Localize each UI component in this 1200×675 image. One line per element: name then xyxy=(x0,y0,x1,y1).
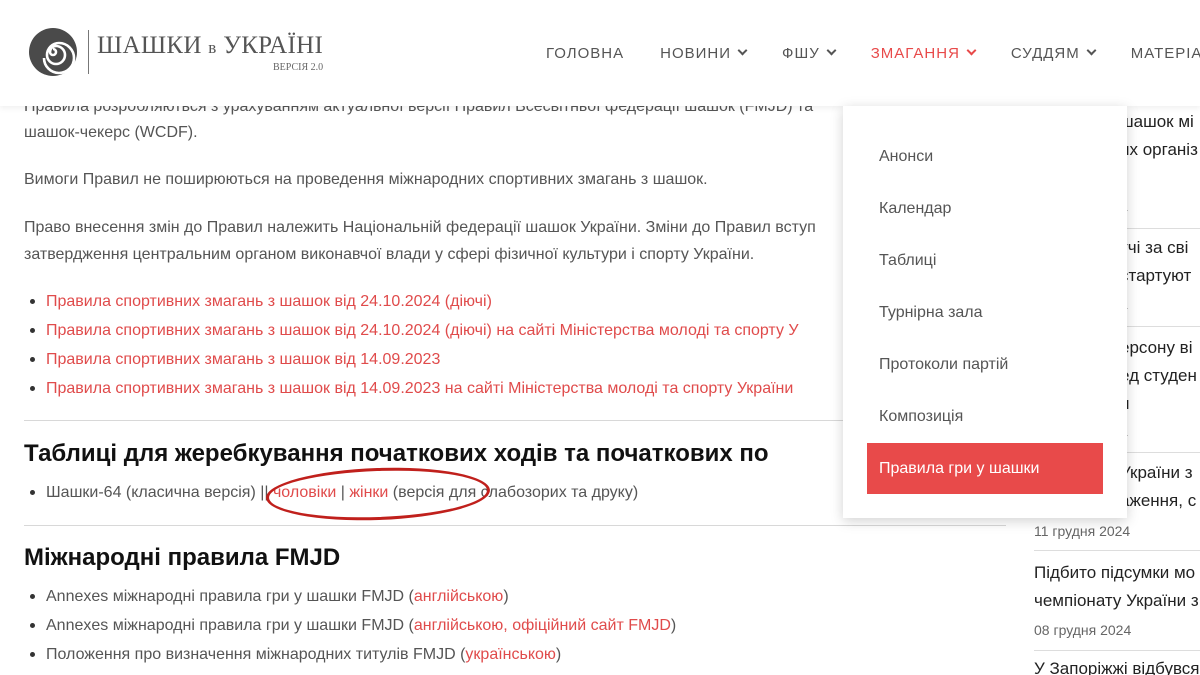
amend-line-2: затвердження центральним органом виконав… xyxy=(24,246,755,263)
site-header: ШАШКИ в УКРАЇНІ ВЕРСІЯ 2.0 ГОЛОВНА НОВИН… xyxy=(0,0,1200,106)
dropdown-item-composition[interactable]: Композиція xyxy=(879,408,963,426)
list-item: Annexes міжнародні правила гри у шашки F… xyxy=(29,611,676,640)
news-title[interactable]: стартуют xyxy=(1120,264,1191,288)
chevron-down-icon xyxy=(737,45,748,56)
rules-link[interactable]: Правила спортивних змагань з шашок xyxy=(46,293,330,310)
dropdown-item-calendar[interactable]: Календар xyxy=(879,200,951,218)
annotation-ellipse xyxy=(265,464,491,524)
list-item: Положення про визначення міжнародних тит… xyxy=(29,640,676,669)
news-title[interactable]: тчі за сві xyxy=(1120,236,1188,260)
news-title[interactable]: их організ xyxy=(1120,138,1198,162)
nav-item-fshu[interactable]: ФШУ xyxy=(782,45,837,62)
dropdown-item-tables[interactable]: Таблиці xyxy=(879,252,936,270)
fmjd-list: Annexes міжнародні правила гри у шашки F… xyxy=(29,582,676,669)
dropdown-item-tournament-hall[interactable]: Турнірна зала xyxy=(879,304,983,322)
divider xyxy=(1034,550,1200,551)
news-title[interactable]: Підбито підсумки мо xyxy=(1034,561,1195,585)
fmjd-heading: Міжнародні правила FMJD xyxy=(24,544,341,571)
amend-line-1: Право внесення змін до Правил належить Н… xyxy=(24,219,816,236)
nav-item-home[interactable]: ГОЛОВНА xyxy=(546,45,624,62)
competitions-dropdown: Анонси Календар Таблиці Турнірна зала Пр… xyxy=(843,106,1127,518)
news-title[interactable]: чемпіонату України з xyxy=(1034,589,1199,613)
site-logo[interactable]: ШАШКИ в УКРАЇНІ ВЕРСІЯ 2.0 xyxy=(28,27,323,77)
rules-link[interactable]: Правила спортивних змагань з шашок від 1… xyxy=(46,380,793,397)
list-item: Правила спортивних змагань з шашок від 1… xyxy=(30,345,799,374)
nav-item-competitions[interactable]: ЗМАГАННЯ xyxy=(871,45,977,62)
news-title[interactable]: аження, с xyxy=(1120,489,1196,513)
news-title[interactable]: У Запоріжжі відбувся xyxy=(1034,657,1200,675)
chevron-down-icon xyxy=(1086,45,1097,56)
list-item: Правила спортивних змагань з шашок від 2… xyxy=(30,287,799,316)
tables-heading: Таблиці для жеребкування початкових ході… xyxy=(24,440,769,467)
rules-link-date[interactable]: від 24.10.2024 (діючі) xyxy=(330,293,491,310)
list-item: Правила спортивних змагань з шашок від 1… xyxy=(30,374,799,403)
rules-link[interactable]: Правила спортивних змагань з шашок від 2… xyxy=(46,322,799,339)
rules-link[interactable]: Правила спортивних змагань з шашок від 1… xyxy=(46,351,440,368)
news-title[interactable]: шашок мі xyxy=(1120,110,1194,134)
news-title[interactable]: України з xyxy=(1120,461,1193,485)
main-nav: ГОЛОВНА НОВИНИ ФШУ ЗМАГАННЯ СУДДЯМ МАТЕР… xyxy=(546,0,1200,106)
divider xyxy=(1034,650,1200,651)
fmjd-link[interactable]: українською xyxy=(465,646,556,663)
logo-version: ВЕРСІЯ 2.0 xyxy=(273,61,324,73)
nav-item-news[interactable]: НОВИНИ xyxy=(660,45,748,62)
logo-text: ШАШКИ в УКРАЇНІ ВЕРСІЯ 2.0 xyxy=(97,32,323,73)
divider xyxy=(24,525,1006,526)
logo-title: ШАШКИ в УКРАЇНІ xyxy=(97,31,324,59)
dropdown-item-announcements[interactable]: Анонси xyxy=(879,148,933,166)
news-title[interactable]: ерсону ві xyxy=(1120,336,1192,360)
rules-links-list: Правила спортивних змагань з шашок від 2… xyxy=(30,287,799,403)
logo-divider xyxy=(88,30,89,74)
nav-item-judges[interactable]: СУДДЯМ xyxy=(1011,45,1097,62)
news-title[interactable]: ед студен xyxy=(1120,364,1197,388)
fmjd-link[interactable]: англійською, офіційний сайт FMJD xyxy=(414,617,671,634)
fmjd-link[interactable]: англійською xyxy=(414,588,503,605)
news-date: 08 грудня 2024 xyxy=(1034,622,1132,638)
spiral-logo-icon xyxy=(29,28,77,76)
dropdown-item-game-rules[interactable]: Правила гри у шашки xyxy=(867,443,1103,494)
chevron-down-icon xyxy=(966,45,977,56)
nav-item-materials[interactable]: МАТЕРІАЛИ xyxy=(1131,45,1200,62)
chevron-down-icon xyxy=(826,45,837,56)
dropdown-item-game-protocols[interactable]: Протоколи партій xyxy=(879,356,1008,374)
scope-paragraph: Вимоги Правил не поширюються на проведен… xyxy=(24,171,708,188)
news-date: 11 грудня 2024 xyxy=(1034,523,1131,539)
list-item: Annexes міжнародні правила гри у шашки F… xyxy=(29,582,676,611)
list-item: Правила спортивних змагань з шашок від 2… xyxy=(30,316,799,345)
